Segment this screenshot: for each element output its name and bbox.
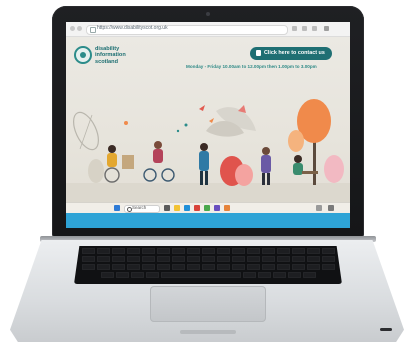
laptop-lid: https://www.disabilityscot.org.uk disabi… (52, 6, 364, 238)
bush-right (324, 155, 344, 183)
screen-bottom-band (66, 213, 350, 228)
person-walking-purple (261, 147, 271, 185)
taskbar-search-label: Search (132, 205, 147, 210)
person-walking-blue (199, 143, 209, 185)
address-bar[interactable]: https://www.disabilityscot.org.uk (86, 25, 288, 35)
power-indicator (380, 328, 392, 331)
system-tray-icon[interactable] (316, 205, 322, 211)
taskbar-search[interactable]: Search (124, 205, 160, 213)
contact-us-label: Click here to contact us (264, 50, 325, 56)
refresh-icon[interactable] (77, 26, 82, 31)
keyboard (74, 246, 342, 284)
trackpad (150, 286, 266, 322)
bush-pink (235, 164, 253, 186)
opening-hours: Monday - Friday 10.00am to 12.00pm then … (186, 64, 317, 69)
laptop-screen: https://www.disabilityscot.org.uk disabi… (66, 22, 350, 228)
logo-line-3: scotland (95, 58, 119, 65)
ground (66, 183, 350, 202)
lock-icon (90, 27, 96, 33)
front-notch (180, 330, 236, 334)
key-row-3 (74, 264, 342, 270)
bush-left (88, 159, 104, 183)
app-icon-purple[interactable] (214, 205, 220, 211)
bird-2 (209, 118, 214, 123)
hero-illustration (66, 99, 350, 202)
task-view-icon[interactable] (164, 205, 170, 211)
app-icon-orange[interactable] (224, 205, 230, 211)
menu-icon[interactable] (324, 26, 329, 31)
app-icon-green[interactable] (204, 205, 210, 211)
leaf-stem (79, 114, 93, 150)
windows-start-icon[interactable] (114, 205, 120, 211)
os-taskbar: Search (66, 202, 350, 213)
star-icon[interactable] (292, 26, 297, 31)
bird-1 (199, 105, 205, 111)
back-icon[interactable] (70, 26, 75, 31)
url-text: https://www.disabilityscot.org.uk (97, 25, 168, 31)
logo-mark (80, 52, 86, 58)
dot-1 (184, 123, 188, 127)
site-logo-text[interactable]: disability information scotland (95, 46, 165, 65)
dot-2 (176, 129, 180, 133)
app-icon-red[interactable] (194, 205, 200, 211)
browser-toolbar: https://www.disabilityscot.org.uk (66, 22, 350, 37)
tree-small (288, 130, 304, 152)
contact-us-button[interactable]: Click here to contact us (250, 47, 332, 60)
logo-icon[interactable] (74, 46, 92, 64)
phone-icon (256, 50, 261, 56)
key-row-2 (74, 256, 342, 262)
person-wheelchair-left (104, 145, 134, 183)
profile-icon[interactable] (312, 26, 317, 31)
extensions-icon[interactable] (302, 26, 307, 31)
key-row-1 (74, 248, 342, 254)
edge-icon[interactable] (184, 205, 190, 211)
key-row-4 (74, 272, 342, 278)
file-explorer-icon[interactable] (174, 205, 180, 211)
webcam (206, 12, 210, 16)
clock-icon[interactable] (328, 205, 334, 211)
website-hero: disability information scotland Click he… (66, 37, 350, 202)
person-cyclist (143, 141, 175, 182)
dot-3 (124, 121, 128, 125)
